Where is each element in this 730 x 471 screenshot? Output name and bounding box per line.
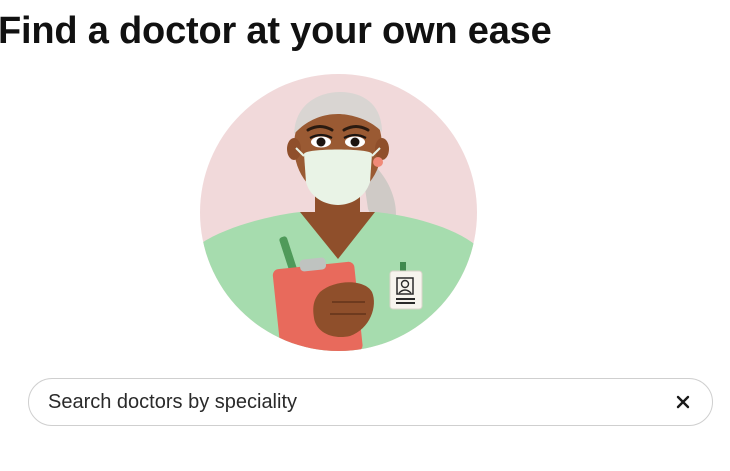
earring	[373, 157, 383, 167]
search-input[interactable]	[48, 379, 668, 425]
close-icon	[676, 395, 690, 409]
clear-search-button[interactable]	[668, 387, 698, 417]
search-bar	[28, 378, 713, 426]
doctor-avatar-illustration	[200, 74, 477, 351]
page-title: Find a doctor at your own ease	[0, 10, 552, 52]
